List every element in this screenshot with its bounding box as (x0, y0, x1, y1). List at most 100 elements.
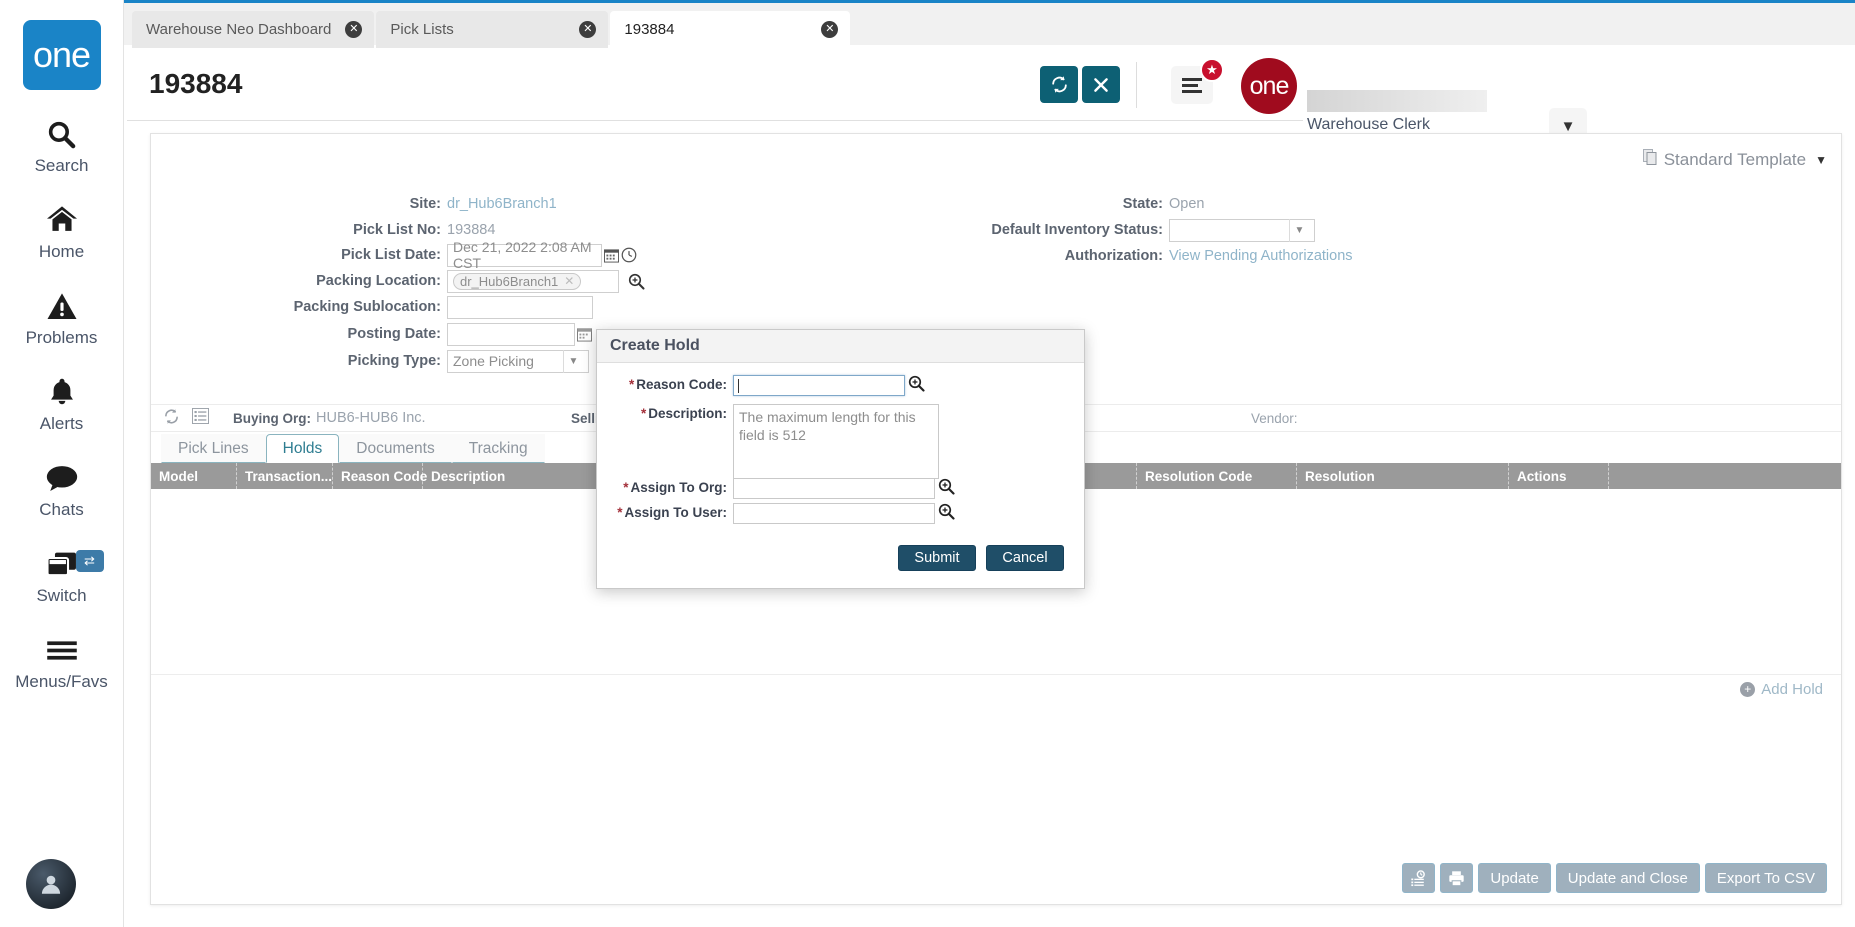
tab-label: Documents (356, 439, 435, 457)
pick-list-date-input[interactable]: Dec 21, 2022 2:08 AM CST (447, 239, 602, 271)
reason-code-input[interactable] (733, 375, 905, 396)
calendar-icon[interactable] (577, 327, 592, 342)
tab-strip: Warehouse Neo Dashboard ✕ Pick Lists ✕ 1… (132, 11, 852, 48)
refresh-icon[interactable] (163, 408, 180, 429)
close-icon[interactable]: ✕ (345, 21, 363, 38)
sidebar-item-label: Search (34, 156, 89, 175)
chevron-down-icon: ▼ (1289, 218, 1309, 242)
field-posting-date-value-wrap (441, 321, 592, 347)
picking-type-select[interactable]: Zone Picking ▼ (447, 349, 589, 373)
refresh-button[interactable] (1040, 66, 1078, 103)
state-value: Open (1169, 196, 1205, 212)
redacted-bar-top (1307, 90, 1487, 112)
user-avatar-orb[interactable] (26, 859, 76, 909)
text-cursor (738, 378, 739, 393)
field-packing-location-value-wrap: dr_Hub6Branch1 ✕ (441, 268, 645, 294)
copy-document-icon (1642, 149, 1659, 171)
modal-title: Create Hold (597, 330, 1084, 363)
clock-icon[interactable] (621, 247, 637, 263)
tab-warehouse-neo-dashboard[interactable]: Warehouse Neo Dashboard ✕ (132, 11, 375, 48)
history-log-icon (1411, 869, 1426, 886)
app-logo[interactable]: one (22, 20, 101, 90)
tab-pick-lines[interactable]: Pick Lines (161, 434, 266, 463)
switch-toggle-badge[interactable]: ⇄ (75, 550, 104, 572)
sidebar-item-menus-favs[interactable]: Menus/Favs (0, 630, 124, 692)
magnifier-plus-icon[interactable] (628, 273, 645, 290)
site-link[interactable]: dr_Hub6Branch1 (447, 196, 557, 212)
field-pick-list-date-value-wrap: Dec 21, 2022 2:08 AM CST (441, 239, 637, 271)
print-button[interactable] (1440, 863, 1474, 893)
list-view-icon[interactable] (192, 408, 209, 428)
vendor-label: Vendor: (1251, 410, 1298, 426)
close-icon[interactable]: ✕ (821, 21, 839, 38)
column-header-resolution-code[interactable]: Resolution Code (1137, 463, 1297, 489)
assign-to-user-input[interactable] (733, 503, 935, 524)
sidebar-item-home[interactable]: Home (0, 200, 124, 262)
submit-button[interactable]: Submit (898, 545, 976, 571)
sidebar-item-label: Switch (36, 586, 87, 605)
sidebar-item-alerts[interactable]: Alerts (0, 372, 124, 434)
template-selector[interactable]: Standard Template ▼ (1642, 149, 1827, 171)
packing-location-chip[interactable]: dr_Hub6Branch1 ✕ (453, 272, 582, 290)
packing-sublocation-input[interactable] (447, 295, 593, 319)
tab-holds[interactable]: Holds (265, 434, 340, 463)
packing-location-input[interactable]: dr_Hub6Branch1 ✕ (447, 269, 619, 293)
field-posting-date: Posting Date: (151, 321, 441, 347)
chevron-down-icon: ▼ (563, 349, 583, 373)
tab-label: Tracking (468, 439, 528, 457)
brand-logo: one (1241, 58, 1297, 114)
header-divider (1136, 62, 1137, 108)
sidebar-item-chats[interactable]: Chats (0, 458, 124, 520)
tab-documents[interactable]: Documents (339, 434, 452, 463)
field-authorization: Authorization: (851, 243, 1163, 269)
update-button[interactable]: Update (1478, 863, 1551, 893)
posting-date-input[interactable] (447, 322, 575, 346)
history-log-button[interactable] (1402, 863, 1436, 893)
description-textarea[interactable]: The maximum length for this field is 512 (733, 404, 939, 479)
export-to-csv-button[interactable]: Export To CSV (1704, 863, 1827, 893)
column-header-reason-code[interactable]: Reason Code (333, 463, 427, 489)
add-hold-button[interactable]: + Add Hold (1740, 681, 1823, 698)
tab-tracking[interactable]: Tracking (451, 434, 545, 463)
modal-field-reason-code (727, 375, 925, 396)
field-state: State: (851, 191, 1163, 217)
modal-buttons: Submit Cancel (898, 545, 1064, 571)
required-asterisk: * (640, 406, 647, 421)
tab-193884[interactable]: 193884 ✕ (610, 11, 851, 48)
hamburger-menu-icon (1182, 75, 1202, 96)
assign-to-org-input[interactable] (733, 478, 935, 499)
sidebar-item-switch[interactable]: ⇄ Switch (0, 544, 124, 606)
magnifier-plus-icon[interactable] (908, 375, 925, 396)
create-hold-modal: Create Hold * Reason Code: * Description: … (596, 329, 1085, 589)
sidebar-item-problems[interactable]: Problems (0, 286, 124, 348)
column-header-model[interactable]: Model (151, 463, 237, 489)
calendar-icon[interactable] (604, 248, 619, 263)
magnifier-plus-icon[interactable] (938, 478, 955, 499)
tab-label: Holds (282, 439, 323, 457)
page-title: 193884 (149, 68, 243, 99)
modal-field-assign-to-user (727, 503, 955, 524)
field-site-value-wrap: dr_Hub6Branch1 (441, 191, 557, 217)
star-badge[interactable]: ★ (1200, 58, 1224, 82)
field-packing-sublocation: Packing Sublocation: (151, 294, 441, 320)
modal-field-assign-to-user-label: * Assign To User: (597, 505, 727, 520)
column-header-resolution[interactable]: Resolution (1297, 463, 1509, 489)
default-inventory-status-select[interactable]: ▼ (1169, 218, 1315, 242)
update-and-close-button[interactable]: Update and Close (1555, 863, 1700, 893)
chip-remove-icon[interactable]: ✕ (564, 274, 574, 288)
view-pending-authorizations-link[interactable]: View Pending Authorizations (1169, 248, 1353, 264)
magnifier-plus-icon[interactable] (938, 503, 955, 524)
tab-pick-lists[interactable]: Pick Lists ✕ (376, 11, 609, 48)
sidebar-item-search[interactable]: Search (0, 114, 124, 176)
field-label: State: (1122, 196, 1163, 212)
left-sidebar: one Search Home Problems Alerts Chats ⇄ … (0, 0, 124, 927)
close-icon[interactable]: ✕ (579, 21, 597, 38)
cancel-button[interactable]: Cancel (986, 545, 1064, 571)
search-icon (46, 114, 77, 154)
column-header-actions[interactable]: Actions (1509, 463, 1609, 489)
close-page-button[interactable] (1082, 66, 1120, 103)
field-label: * Assign To Org: (623, 480, 727, 495)
field-label: * Description: (640, 406, 727, 421)
home-icon (45, 200, 79, 240)
column-header-transaction[interactable]: Transaction... (237, 463, 333, 489)
